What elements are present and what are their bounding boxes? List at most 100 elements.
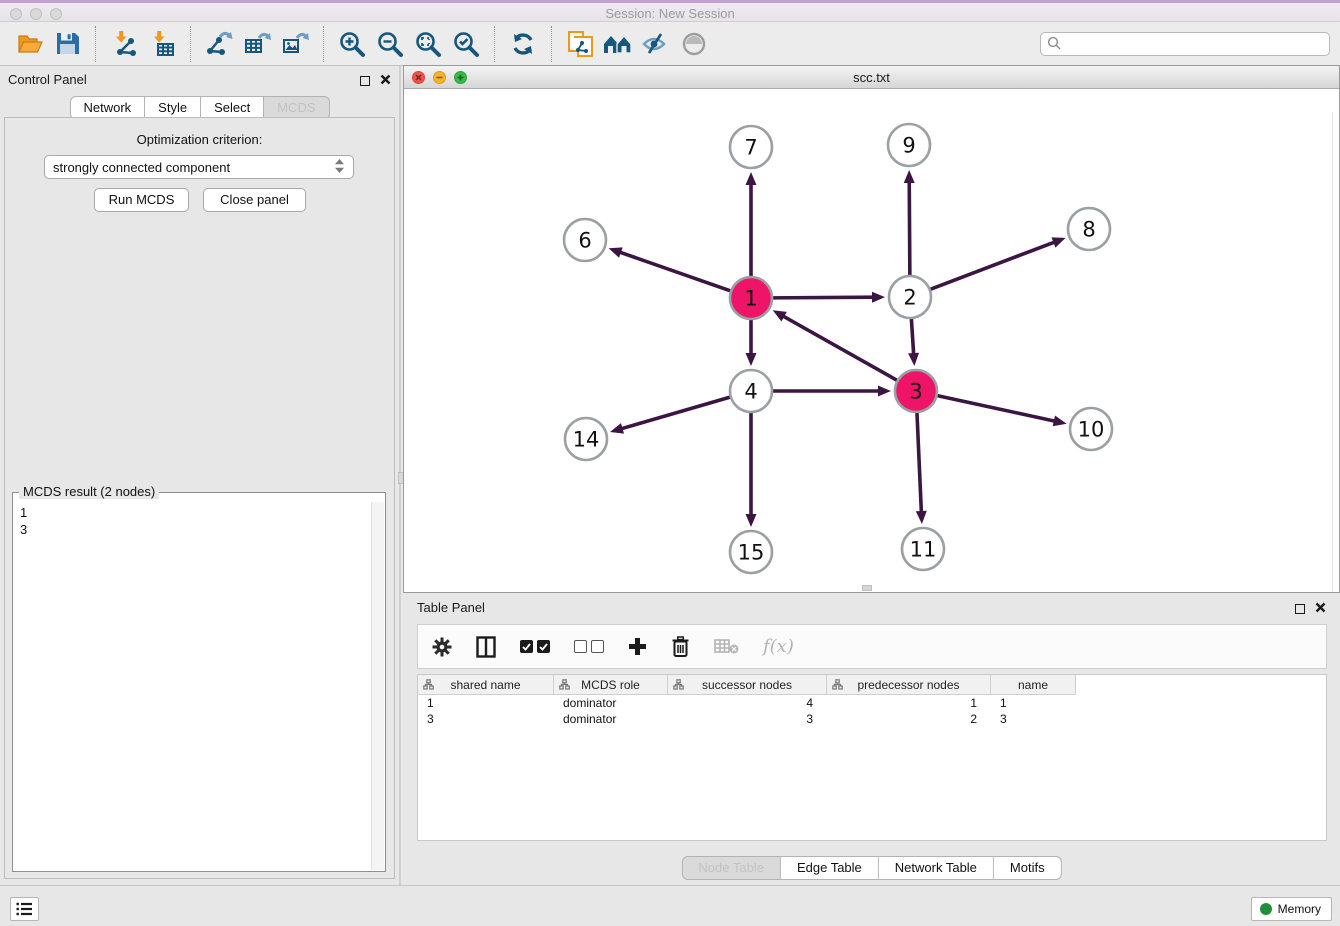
graph-node-4[interactable]: 4 [730, 370, 772, 412]
delete-column-icon[interactable] [671, 636, 690, 658]
cell-mcds-role[interactable]: dominator [554, 696, 668, 710]
graph-node-8[interactable]: 8 [1068, 208, 1110, 250]
tab-node-table[interactable]: Node Table [681, 856, 781, 880]
table-row[interactable]: 3 dominator 3 2 3 [418, 711, 1326, 727]
graph-edge-3-10[interactable] [936, 395, 1056, 421]
network-window-titlebar[interactable]: scc.txt [404, 66, 1339, 89]
graph-node-label: 10 [1078, 418, 1105, 442]
network-vertical-scrollbar[interactable] [1332, 112, 1339, 592]
graph-node-7[interactable]: 7 [730, 126, 772, 168]
unselect-all-columns-icon[interactable] [574, 640, 604, 653]
export-image-icon[interactable] [276, 25, 314, 63]
float-panel-icon[interactable] [360, 76, 370, 86]
graph-edge-2-8[interactable] [929, 242, 1056, 290]
memory-button[interactable]: Memory [1251, 897, 1332, 921]
mcds-result-title: MCDS result (2 nodes) [19, 484, 159, 499]
zoom-selected-icon[interactable] [447, 25, 485, 63]
graph-edge-3-11[interactable] [917, 411, 922, 513]
table-row[interactable]: 1 dominator 4 1 1 [418, 695, 1326, 711]
graph-node-label: 4 [744, 380, 757, 404]
graph-node-3[interactable]: 3 [895, 370, 937, 412]
graph-node-1[interactable]: 1 [730, 277, 772, 319]
dropdown-stepper-icon [334, 158, 345, 177]
graph-edge-arrowhead [746, 172, 757, 185]
result-scrollbar[interactable] [371, 502, 384, 870]
zoom-in-icon[interactable] [333, 25, 371, 63]
duplicate-network-icon[interactable] [561, 25, 599, 63]
graph-node-2[interactable]: 2 [889, 276, 931, 318]
import-table-icon[interactable] [143, 25, 181, 63]
graph-edge-3-1[interactable] [782, 316, 898, 382]
column-header-predecessor-nodes[interactable]: predecessor nodes [827, 675, 991, 695]
cell-shared-name[interactable]: 3 [418, 712, 554, 726]
add-column-icon[interactable] [628, 637, 647, 656]
close-table-panel-icon[interactable] [1315, 600, 1326, 618]
cell-successor-nodes[interactable]: 3 [668, 712, 827, 726]
graph-edge-arrowhead [1053, 416, 1067, 427]
show-column-icon[interactable] [476, 636, 496, 658]
tab-network-table[interactable]: Network Table [879, 856, 994, 880]
tab-motifs[interactable]: Motifs [994, 856, 1062, 880]
graph-edge-2-3[interactable] [911, 317, 913, 355]
export-table-icon[interactable] [238, 25, 276, 63]
graph-node-15[interactable]: 15 [730, 531, 772, 573]
graph-node-6[interactable]: 6 [564, 219, 606, 261]
tree-icon [423, 679, 434, 693]
graph-node-14[interactable]: 14 [565, 418, 607, 460]
home-neighborhood-icon[interactable] [599, 25, 637, 63]
graph-edge-arrowhead [872, 292, 885, 303]
zoom-fit-icon[interactable] [409, 25, 447, 63]
graph-edge-arrowhead [746, 353, 757, 366]
apply-layout-icon[interactable] [504, 25, 542, 63]
save-session-icon[interactable] [48, 25, 86, 63]
search-input[interactable] [1040, 32, 1330, 56]
window-title: Session: New Session [0, 6, 1340, 21]
table-panel-title: Table Panel [417, 600, 485, 615]
close-panel-button[interactable]: Close panel [203, 188, 306, 212]
close-panel-icon[interactable] [380, 72, 391, 90]
cell-shared-name[interactable]: 1 [418, 696, 554, 710]
column-header-successor-nodes[interactable]: successor nodes [668, 675, 827, 695]
graph-edge-4-14[interactable] [621, 397, 732, 429]
import-network-icon[interactable] [105, 25, 143, 63]
cell-successor-nodes[interactable]: 4 [668, 696, 827, 710]
mcds-result-list[interactable]: 1 3 [14, 502, 370, 870]
tab-edge-table[interactable]: Edge Table [781, 856, 879, 880]
cell-predecessor-nodes[interactable]: 1 [827, 696, 991, 710]
column-header-mcds-role[interactable]: MCDS role [554, 675, 668, 695]
network-canvas[interactable]: 1 2 3 4 6 7 8 9 10 11 14 15 [404, 89, 1339, 592]
graph-edge-arrowhead [916, 511, 927, 524]
task-history-button[interactable] [10, 897, 39, 921]
select-all-columns-icon[interactable] [520, 640, 550, 653]
cell-name[interactable]: 3 [991, 712, 1076, 726]
memory-status-icon [1260, 903, 1272, 915]
zoom-out-icon[interactable] [371, 25, 409, 63]
graph-edge-2-9[interactable] [909, 181, 910, 277]
network-graph: 1 2 3 4 6 7 8 9 10 11 14 15 [404, 89, 1339, 593]
graph-node-label: 6 [578, 229, 591, 253]
graph-node-11[interactable]: 11 [902, 528, 944, 570]
cell-name[interactable]: 1 [991, 696, 1076, 710]
toggle-graphics-details-icon[interactable] [637, 25, 675, 63]
table-toolbar: f(x) [417, 624, 1327, 669]
graph-node-10[interactable]: 10 [1070, 408, 1112, 450]
network-view-window: scc.txt 1 2 3 4 6 7 8 9 10 11 14 15 [403, 65, 1340, 593]
table-options-gear-icon[interactable] [432, 637, 452, 657]
run-mcds-button[interactable]: Run MCDS [94, 188, 189, 212]
float-table-panel-icon[interactable] [1295, 604, 1305, 614]
cell-mcds-role[interactable]: dominator [554, 712, 668, 726]
bird-eye-view-icon[interactable] [675, 25, 713, 63]
mcds-result-box: MCDS result (2 nodes) 1 3 [12, 492, 386, 872]
cell-predecessor-nodes[interactable]: 2 [827, 712, 991, 726]
column-header-shared-name[interactable]: shared name [418, 675, 554, 695]
graph-node-label: 14 [573, 428, 600, 452]
criterion-dropdown-value: strongly connected component [53, 160, 230, 175]
graph-edge-1-2[interactable] [771, 297, 874, 298]
graph-edge-1-6[interactable] [619, 252, 732, 292]
column-header-name[interactable]: name [991, 675, 1076, 695]
export-network-icon[interactable] [200, 25, 238, 63]
open-session-icon[interactable] [10, 25, 48, 63]
graph-node-9[interactable]: 9 [888, 124, 930, 166]
network-horizontal-scrollbar[interactable] [862, 585, 872, 591]
criterion-dropdown[interactable]: strongly connected component [44, 155, 354, 179]
